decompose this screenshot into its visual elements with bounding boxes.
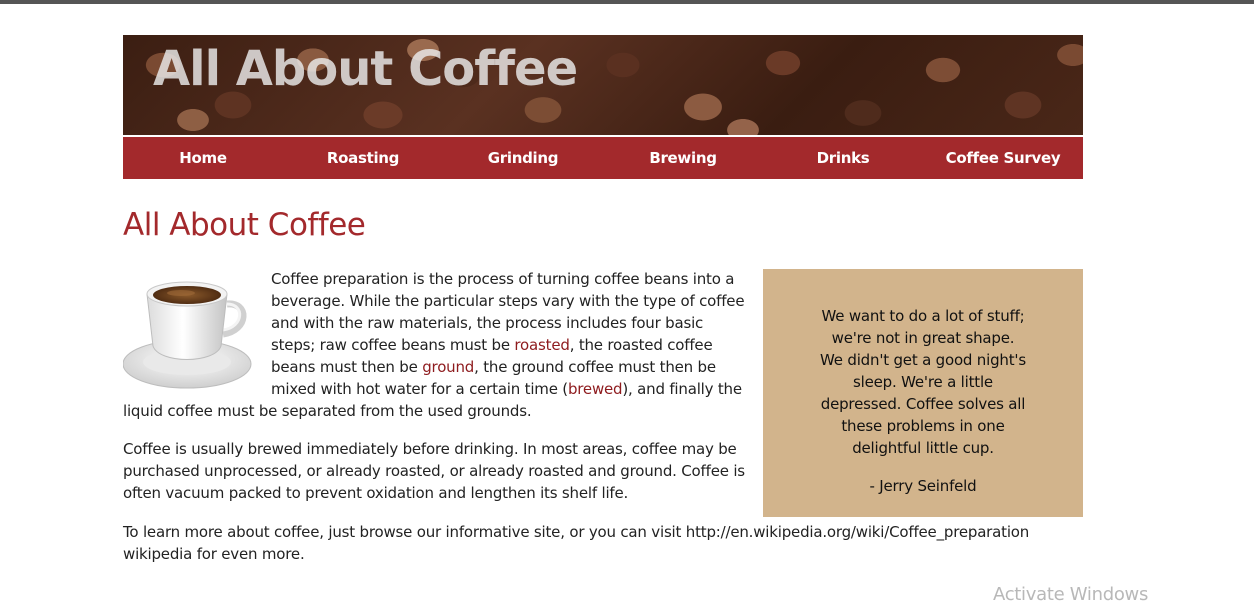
nav-item-coffee-survey[interactable]: Coffee Survey — [923, 137, 1083, 179]
site-header: All About Coffee Home Roasting Grinding … — [123, 35, 1083, 179]
roasted-link[interactable]: roasted — [514, 336, 569, 354]
nav-item-brewing[interactable]: Brewing — [603, 137, 763, 179]
coffee-cup-icon — [123, 281, 252, 389]
window-top-border — [0, 0, 1254, 4]
brewing-paragraph: Coffee is usually brewed immediately bef… — [123, 440, 745, 502]
intro-paragraph: Coffee preparation is the process of tur… — [123, 268, 747, 422]
ground-link[interactable]: ground — [422, 358, 474, 376]
banner: All About Coffee — [123, 35, 1083, 135]
learn-more-paragraph: To learn more about coffee, just browse … — [123, 523, 1030, 563]
page-title: All About Coffee — [123, 207, 366, 243]
brewed-link[interactable]: brewed — [568, 380, 623, 398]
nav-item-roasting[interactable]: Roasting — [283, 137, 443, 179]
main-content: Coffee preparation is the process of tur… — [123, 268, 747, 520]
quote-box: We want to do a lot of stuff; we're not … — [763, 269, 1083, 517]
quote-author: - Jerry Seinfeld — [869, 477, 977, 495]
activate-windows-watermark: Activate Windows — [993, 584, 1149, 605]
nav-item-drinks[interactable]: Drinks — [763, 137, 923, 179]
nav-item-grinding[interactable]: Grinding — [443, 137, 603, 179]
main-nav: Home Roasting Grinding Brewing Drinks Co… — [123, 137, 1083, 179]
banner-title: All About Coffee — [153, 41, 578, 97]
quote-text: We want to do a lot of stuff; we're not … — [820, 307, 1026, 457]
nav-item-home[interactable]: Home — [123, 137, 283, 179]
